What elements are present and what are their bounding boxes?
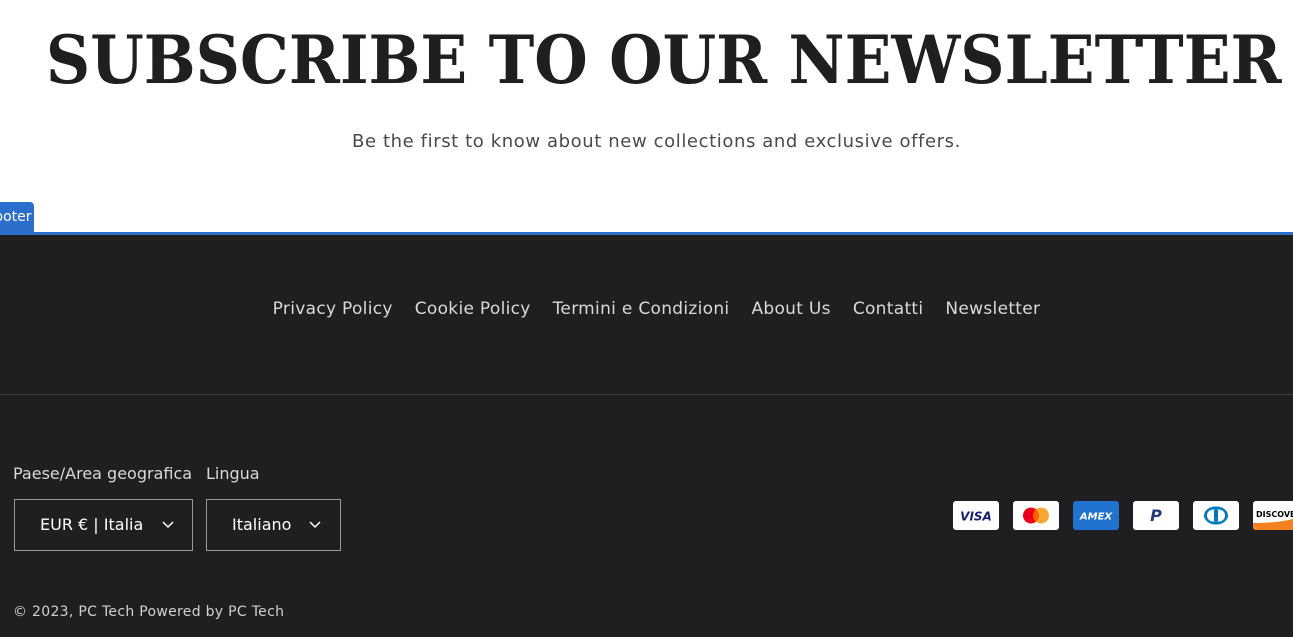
- mastercard-icon: [1013, 501, 1059, 530]
- footer-link-about-us[interactable]: About Us: [751, 299, 830, 319]
- language-selector-value: Italiano: [232, 515, 292, 534]
- chevron-down-icon: [309, 521, 321, 529]
- footer-links: Privacy Policy Cookie Policy Termini e C…: [0, 299, 1293, 319]
- diners-club-icon: [1193, 501, 1239, 530]
- visa-icon: VISA: [953, 501, 999, 530]
- copyright-text: © 2023, PC Tech Powered by PC Tech: [13, 604, 285, 620]
- newsletter-section: SUBSCRIBE TO OUR NEWSLETTER Be the first…: [0, 0, 1293, 233]
- discover-icon: DISCOVER: [1253, 501, 1293, 530]
- language-selector[interactable]: Italiano: [206, 499, 341, 551]
- language-label: Lingua: [206, 464, 260, 483]
- footer-link-newsletter[interactable]: Newsletter: [945, 299, 1040, 319]
- svg-text:P: P: [1150, 506, 1162, 525]
- footer-link-terms[interactable]: Termini e Condizioni: [553, 299, 730, 319]
- paypal-icon: P: [1133, 501, 1179, 530]
- svg-text:DISCOVER: DISCOVER: [1256, 510, 1293, 519]
- svg-text:AMEX: AMEX: [1079, 512, 1114, 523]
- footer-link-privacy-policy[interactable]: Privacy Policy: [273, 299, 393, 319]
- amex-icon: AMEX: [1073, 501, 1119, 530]
- footer-link-contacts[interactable]: Contatti: [853, 299, 924, 319]
- country-selector-value: EUR € | Italia: [40, 515, 144, 534]
- newsletter-subtitle: Be the first to know about new collectio…: [352, 131, 961, 152]
- footer-divider: [0, 394, 1293, 395]
- footer-section-tab[interactable]: Footer: [0, 202, 34, 232]
- chevron-down-icon: [162, 521, 174, 529]
- country-selector[interactable]: EUR € | Italia: [14, 499, 193, 551]
- newsletter-title: SUBSCRIBE TO OUR NEWSLETTER: [45, 21, 1282, 99]
- country-label: Paese/Area geografica: [13, 464, 193, 483]
- footer: Privacy Policy Cookie Policy Termini e C…: [0, 232, 1293, 637]
- footer-link-cookie-policy[interactable]: Cookie Policy: [415, 299, 531, 319]
- svg-text:VISA: VISA: [960, 510, 992, 524]
